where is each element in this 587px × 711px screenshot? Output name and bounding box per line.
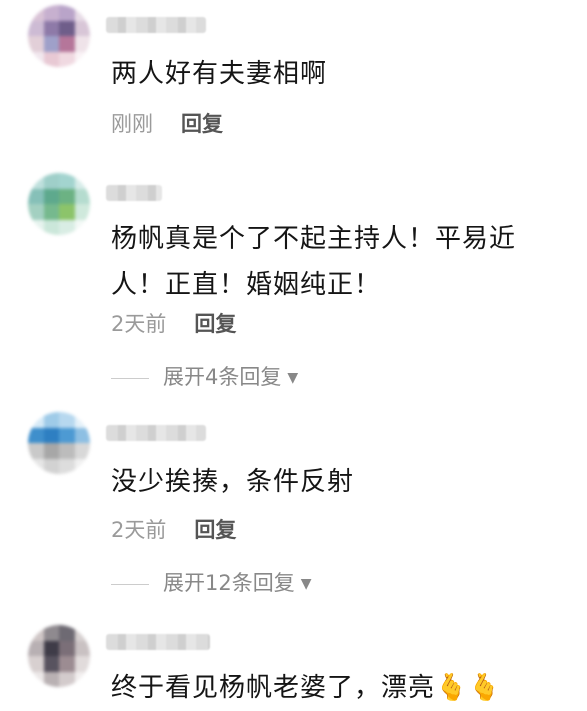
avatar-mosaic-cell bbox=[59, 671, 75, 687]
avatar-mosaic-cell bbox=[59, 458, 75, 474]
avatar-mosaic-cell bbox=[43, 443, 59, 459]
avatar-mosaic-cell bbox=[28, 625, 44, 641]
avatar-mosaic-cell bbox=[59, 219, 75, 235]
reply-button[interactable]: 回复 bbox=[194, 518, 236, 542]
avatar-mosaic-cell bbox=[28, 51, 44, 67]
avatar-mosaic-cell bbox=[28, 20, 44, 36]
avatar-mosaic-cell bbox=[59, 427, 75, 443]
avatar-mosaic-cell bbox=[43, 188, 59, 204]
avatar-mosaic-cell bbox=[28, 204, 44, 220]
comment-text: 没少挨揍，条件反射 bbox=[111, 467, 355, 497]
comment-time: 2天前 bbox=[111, 518, 167, 542]
comment-text: 两人好有夫妻相啊 bbox=[111, 59, 328, 89]
avatar-mosaic-cell bbox=[43, 625, 59, 641]
divider bbox=[111, 377, 149, 379]
username-blurred[interactable] bbox=[106, 634, 210, 650]
expand-replies-button[interactable]: 展开4条回复 ▼ bbox=[111, 362, 298, 393]
comment-time: 刚刚 bbox=[111, 112, 153, 136]
avatar-mosaic-cell bbox=[43, 173, 59, 189]
username-blurred[interactable] bbox=[106, 185, 162, 201]
expand-replies-label: 展开12条回复 bbox=[163, 571, 295, 595]
avatar-mosaic-cell bbox=[74, 625, 90, 641]
avatar-mosaic-cell bbox=[43, 51, 59, 67]
avatar-mosaic-cell bbox=[28, 173, 44, 189]
avatar-mosaic-cell bbox=[43, 640, 59, 656]
avatar-mosaic-cell bbox=[28, 412, 44, 428]
username-blurred[interactable] bbox=[106, 425, 206, 441]
username-blurred[interactable] bbox=[106, 17, 206, 33]
avatar-mosaic-cell bbox=[74, 656, 90, 672]
avatar-mosaic-cell bbox=[43, 5, 59, 21]
avatar-mosaic-cell bbox=[28, 5, 44, 21]
reply-button[interactable]: 回复 bbox=[194, 312, 236, 336]
avatar-mosaic-cell bbox=[43, 656, 59, 672]
avatar-mosaic-cell bbox=[59, 443, 75, 459]
avatar-mosaic-cell bbox=[59, 20, 75, 36]
avatar-mosaic-cell bbox=[59, 5, 75, 21]
avatar-mosaic-cell bbox=[74, 458, 90, 474]
avatar-mosaic-cell bbox=[43, 427, 59, 443]
avatar-mosaic-cell bbox=[43, 20, 59, 36]
avatar-mosaic-cell bbox=[59, 656, 75, 672]
avatar-mosaic-cell bbox=[43, 458, 59, 474]
avatar-mosaic-cell bbox=[43, 204, 59, 220]
avatar[interactable] bbox=[28, 625, 90, 687]
avatar-mosaic-cell bbox=[74, 204, 90, 220]
avatar-mosaic-cell bbox=[74, 173, 90, 189]
avatar-mosaic-cell bbox=[74, 671, 90, 687]
caret-down-icon: ▼ bbox=[300, 576, 312, 592]
avatar-mosaic-cell bbox=[74, 412, 90, 428]
avatar-mosaic-cell bbox=[59, 36, 75, 52]
avatar[interactable] bbox=[28, 5, 90, 67]
avatar-mosaic-cell bbox=[28, 219, 44, 235]
comment-text: 杨帆真是个了不起主持人！平易近人！正直！婚姻纯正！ bbox=[111, 224, 517, 300]
expand-replies-label: 展开4条回复 bbox=[163, 365, 282, 389]
avatar-mosaic-cell bbox=[59, 412, 75, 428]
comment-meta: 2天前 回复 bbox=[111, 309, 236, 339]
avatar[interactable] bbox=[28, 412, 90, 474]
avatar-mosaic-cell bbox=[28, 656, 44, 672]
avatar-mosaic-cell bbox=[28, 427, 44, 443]
avatar[interactable] bbox=[28, 173, 90, 235]
avatar-mosaic-cell bbox=[59, 640, 75, 656]
avatar-mosaic-cell bbox=[74, 5, 90, 21]
avatar-mosaic-cell bbox=[59, 173, 75, 189]
avatar-mosaic-cell bbox=[43, 671, 59, 687]
avatar-mosaic-cell bbox=[28, 458, 44, 474]
avatar-mosaic-cell bbox=[43, 36, 59, 52]
divider bbox=[111, 583, 149, 585]
avatar-mosaic-cell bbox=[28, 36, 44, 52]
comment-time: 2天前 bbox=[111, 312, 167, 336]
avatar-mosaic-cell bbox=[28, 671, 44, 687]
avatar-mosaic-cell bbox=[74, 219, 90, 235]
avatar-mosaic-cell bbox=[59, 51, 75, 67]
comment-meta: 刚刚 回复 bbox=[111, 109, 223, 139]
avatar-mosaic-cell bbox=[74, 20, 90, 36]
avatar-mosaic-cell bbox=[28, 640, 44, 656]
avatar-mosaic-cell bbox=[43, 219, 59, 235]
avatar-mosaic-cell bbox=[59, 188, 75, 204]
avatar-mosaic-cell bbox=[74, 36, 90, 52]
reply-button[interactable]: 回复 bbox=[181, 112, 223, 136]
expand-replies-button[interactable]: 展开12条回复 ▼ bbox=[111, 568, 312, 599]
avatar-mosaic-cell bbox=[43, 412, 59, 428]
avatar-mosaic-cell bbox=[74, 427, 90, 443]
comment-text: 终于看见杨帆老婆了，漂亮🫰🫰 bbox=[111, 673, 502, 703]
caret-down-icon: ▼ bbox=[287, 370, 299, 386]
comment-meta: 2天前 回复 bbox=[111, 515, 236, 545]
avatar-mosaic-cell bbox=[74, 640, 90, 656]
avatar-mosaic-cell bbox=[28, 188, 44, 204]
avatar-mosaic-cell bbox=[74, 188, 90, 204]
avatar-mosaic-cell bbox=[28, 443, 44, 459]
avatar-mosaic-cell bbox=[74, 51, 90, 67]
avatar-mosaic-cell bbox=[59, 204, 75, 220]
avatar-mosaic-cell bbox=[74, 443, 90, 459]
avatar-mosaic-cell bbox=[59, 625, 75, 641]
